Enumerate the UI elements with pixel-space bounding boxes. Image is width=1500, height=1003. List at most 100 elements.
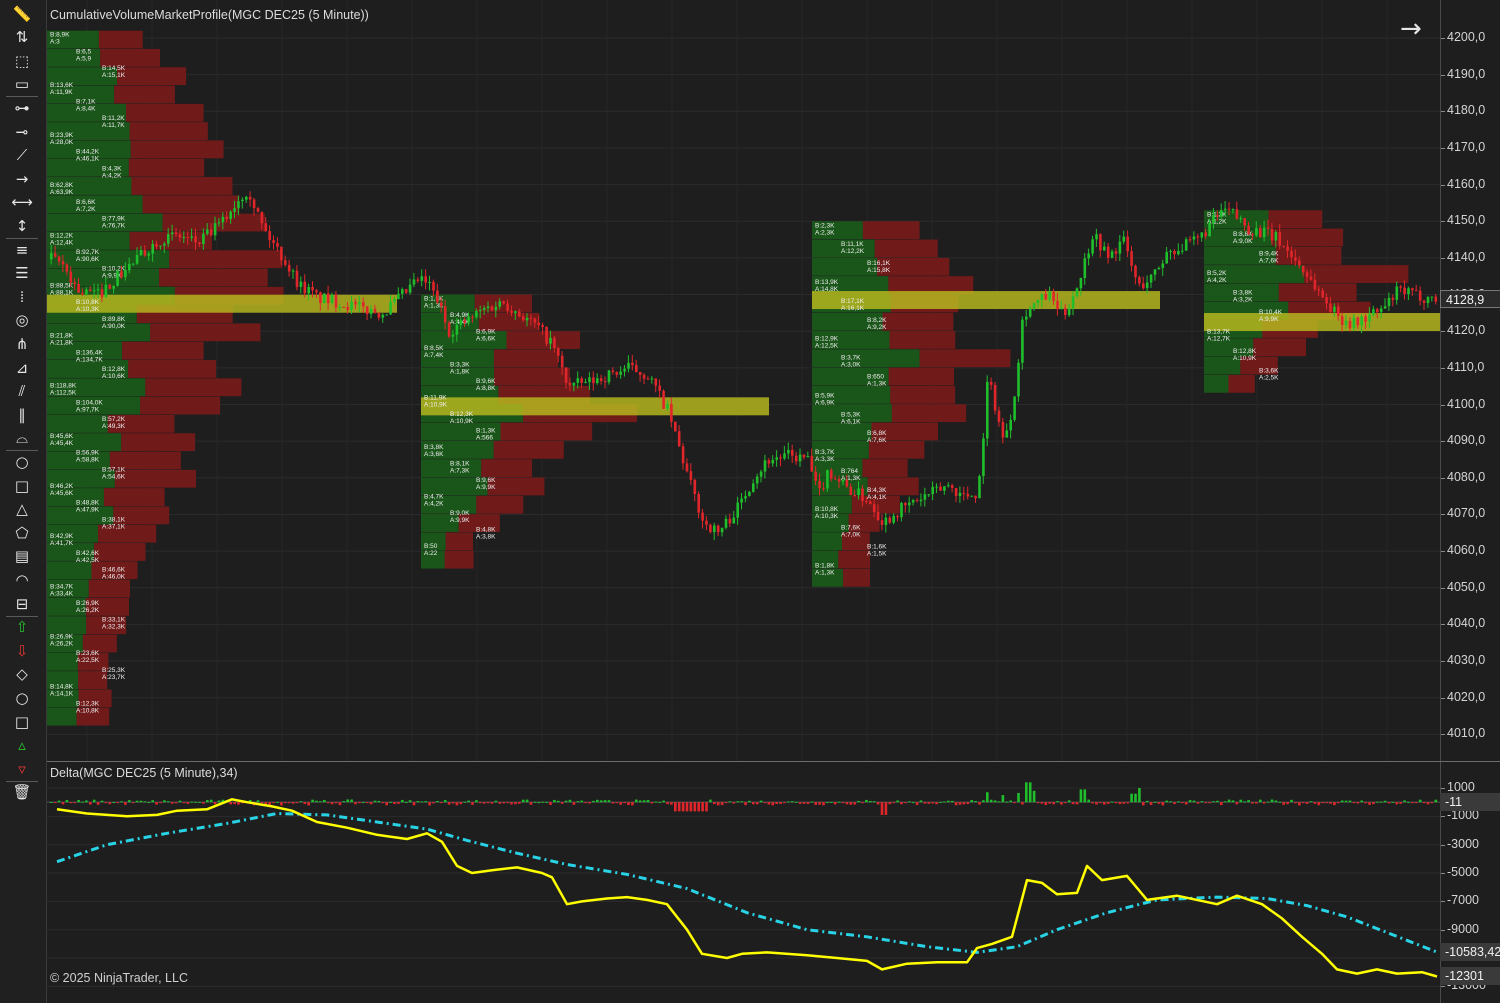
negative-delta-bar <box>861 802 864 804</box>
positive-delta-bar <box>872 801 876 803</box>
bear-candle <box>502 301 505 304</box>
bull-candle <box>1060 307 1063 310</box>
price-tick-label: 4100,0 <box>1447 396 1486 411</box>
triangle-down-icon[interactable]: ▿ <box>8 759 36 779</box>
arc-shape-icon[interactable]: ◠ <box>8 570 36 590</box>
vertical-line-icon[interactable]: ↕ <box>8 216 36 236</box>
andrews-pitchfork-icon[interactable]: ⋔ <box>8 334 36 354</box>
negative-delta-bar <box>412 802 416 806</box>
horizontal-lines-icon[interactable]: ≡ <box>8 240 36 260</box>
ray-icon[interactable]: ⊸ <box>8 122 36 142</box>
bear-candle <box>1270 228 1274 241</box>
scroll-axis-icon[interactable]: ⇅ <box>8 28 36 48</box>
price-chart[interactable]: B:8,9KA:3 B:6,5A:5,9 B:14,5KA:15,1K B:13,6K… <box>47 0 1440 761</box>
negative-delta-bar <box>833 802 837 805</box>
scroll-to-latest-arrow-icon[interactable]: → <box>1400 14 1422 44</box>
diamond-icon[interactable]: ◇ <box>8 665 36 685</box>
bull-candle <box>1352 317 1356 329</box>
vertical-select-icon[interactable]: ⬚ <box>8 51 36 71</box>
regression-channel-icon[interactable]: ∥ <box>8 405 36 425</box>
fibonacci-retracement-icon[interactable]: ☰ <box>8 264 36 284</box>
negative-delta-bar <box>1372 802 1375 805</box>
arc-icon[interactable]: ⌓ <box>8 429 36 449</box>
negative-delta-bar <box>381 802 385 804</box>
arrow-up-icon[interactable]: ⇧ <box>8 618 36 638</box>
triangle-icon[interactable]: △ <box>8 500 36 520</box>
bull-candle <box>755 476 759 484</box>
sell-volume-bar <box>444 550 474 569</box>
rectangle-icon[interactable]: □ <box>8 476 36 496</box>
bear-candle <box>974 495 977 499</box>
buy-volume-label: B:50 <box>424 543 438 550</box>
bear-candle <box>833 478 837 480</box>
bull-candle <box>330 294 334 304</box>
bear-candle <box>697 494 700 513</box>
gann-fan-icon[interactable]: ⊿ <box>8 358 36 378</box>
sell-volume-bar <box>1272 228 1344 247</box>
polygon-icon[interactable]: ⬠ <box>8 523 36 543</box>
ellipse-icon[interactable]: ○ <box>8 452 36 472</box>
negative-delta-bar <box>853 802 856 805</box>
session-profile <box>421 294 769 569</box>
bear-candle <box>568 382 572 386</box>
bull-candle <box>943 486 946 491</box>
sell-volume-bar <box>493 349 559 368</box>
negative-delta-bar <box>159 802 162 804</box>
arrow-down-icon[interactable]: ⇩ <box>8 641 36 661</box>
bull-candle <box>1383 306 1387 309</box>
trash-icon[interactable]: 🗑 <box>8 783 36 803</box>
negative-delta-bar <box>619 802 622 805</box>
square-icon[interactable]: □ <box>8 712 36 732</box>
buy-volume-label: B:9,6K <box>476 477 496 484</box>
triangle-up-icon[interactable]: ▵ <box>8 736 36 756</box>
delta-axis[interactable]: 1000-1000-3000-5000-7000-9000-11000-1300… <box>1440 762 1500 1003</box>
sell-volume-label: A:26,2K <box>76 607 100 614</box>
bear-candle <box>1138 277 1141 284</box>
ruler-icon[interactable]: 📏 <box>8 4 36 24</box>
bear-candle <box>194 236 197 243</box>
sell-volume-bar <box>128 158 205 177</box>
negative-delta-bar <box>1325 802 1328 804</box>
negative-delta-bar <box>697 802 700 812</box>
sell-volume-bar <box>150 323 261 342</box>
sell-volume-label: A:33,4K <box>50 590 74 597</box>
bear-candle <box>876 512 880 521</box>
price-tick <box>1441 587 1445 589</box>
bull-candle <box>350 301 353 310</box>
bull-candle <box>892 515 895 523</box>
sell-volume-label: A:3,0K <box>841 362 861 369</box>
positive-delta-bar <box>545 801 548 803</box>
buy-volume-label: B:26,9K <box>76 600 100 607</box>
trend-line-icon[interactable]: ⟋ <box>8 146 36 166</box>
negative-delta-bar <box>61 802 65 805</box>
delta-tick <box>1441 901 1445 903</box>
negative-delta-bar <box>498 802 502 804</box>
delta-chart[interactable] <box>47 762 1440 1003</box>
bear-candle <box>1001 421 1005 438</box>
positive-delta-bar <box>857 800 860 803</box>
fibonacci-time-icon[interactable]: ⦙ <box>8 287 36 307</box>
bull-candle <box>369 308 373 315</box>
bull-candle <box>1239 218 1243 220</box>
bull-candle <box>1103 246 1106 251</box>
sell-volume-label: A:9,9K <box>476 484 496 491</box>
arrow-line-icon[interactable]: → <box>8 169 36 189</box>
negative-delta-bar <box>693 802 697 812</box>
bull-candle <box>1083 258 1087 279</box>
horizontal-select-icon[interactable]: ▭ <box>8 75 36 95</box>
price-axis[interactable]: 4200,0 4190,0 4180,0 4170,0 4160,0 4150,0 4140… <box>1440 0 1500 761</box>
parallel-channel-icon[interactable]: ⫽ <box>8 382 36 402</box>
path-icon[interactable]: ⊟ <box>8 594 36 614</box>
sell-volume-label: A:54,6K <box>102 473 126 480</box>
negative-delta-bar <box>428 802 431 806</box>
positive-delta-bar <box>1259 799 1262 803</box>
line-segment-icon[interactable]: ⊶ <box>8 98 36 118</box>
positive-delta-bar <box>1227 799 1231 803</box>
dot-icon[interactable]: ○ <box>8 688 36 708</box>
fibonacci-circle-icon[interactable]: ◎ <box>8 311 36 331</box>
negative-delta-bar <box>1301 802 1305 804</box>
bear-candle <box>997 410 1001 422</box>
extended-line-icon[interactable]: ⟷ <box>8 193 36 213</box>
negative-delta-bar <box>295 802 299 804</box>
region-highlight-icon[interactable]: ▤ <box>8 547 36 567</box>
